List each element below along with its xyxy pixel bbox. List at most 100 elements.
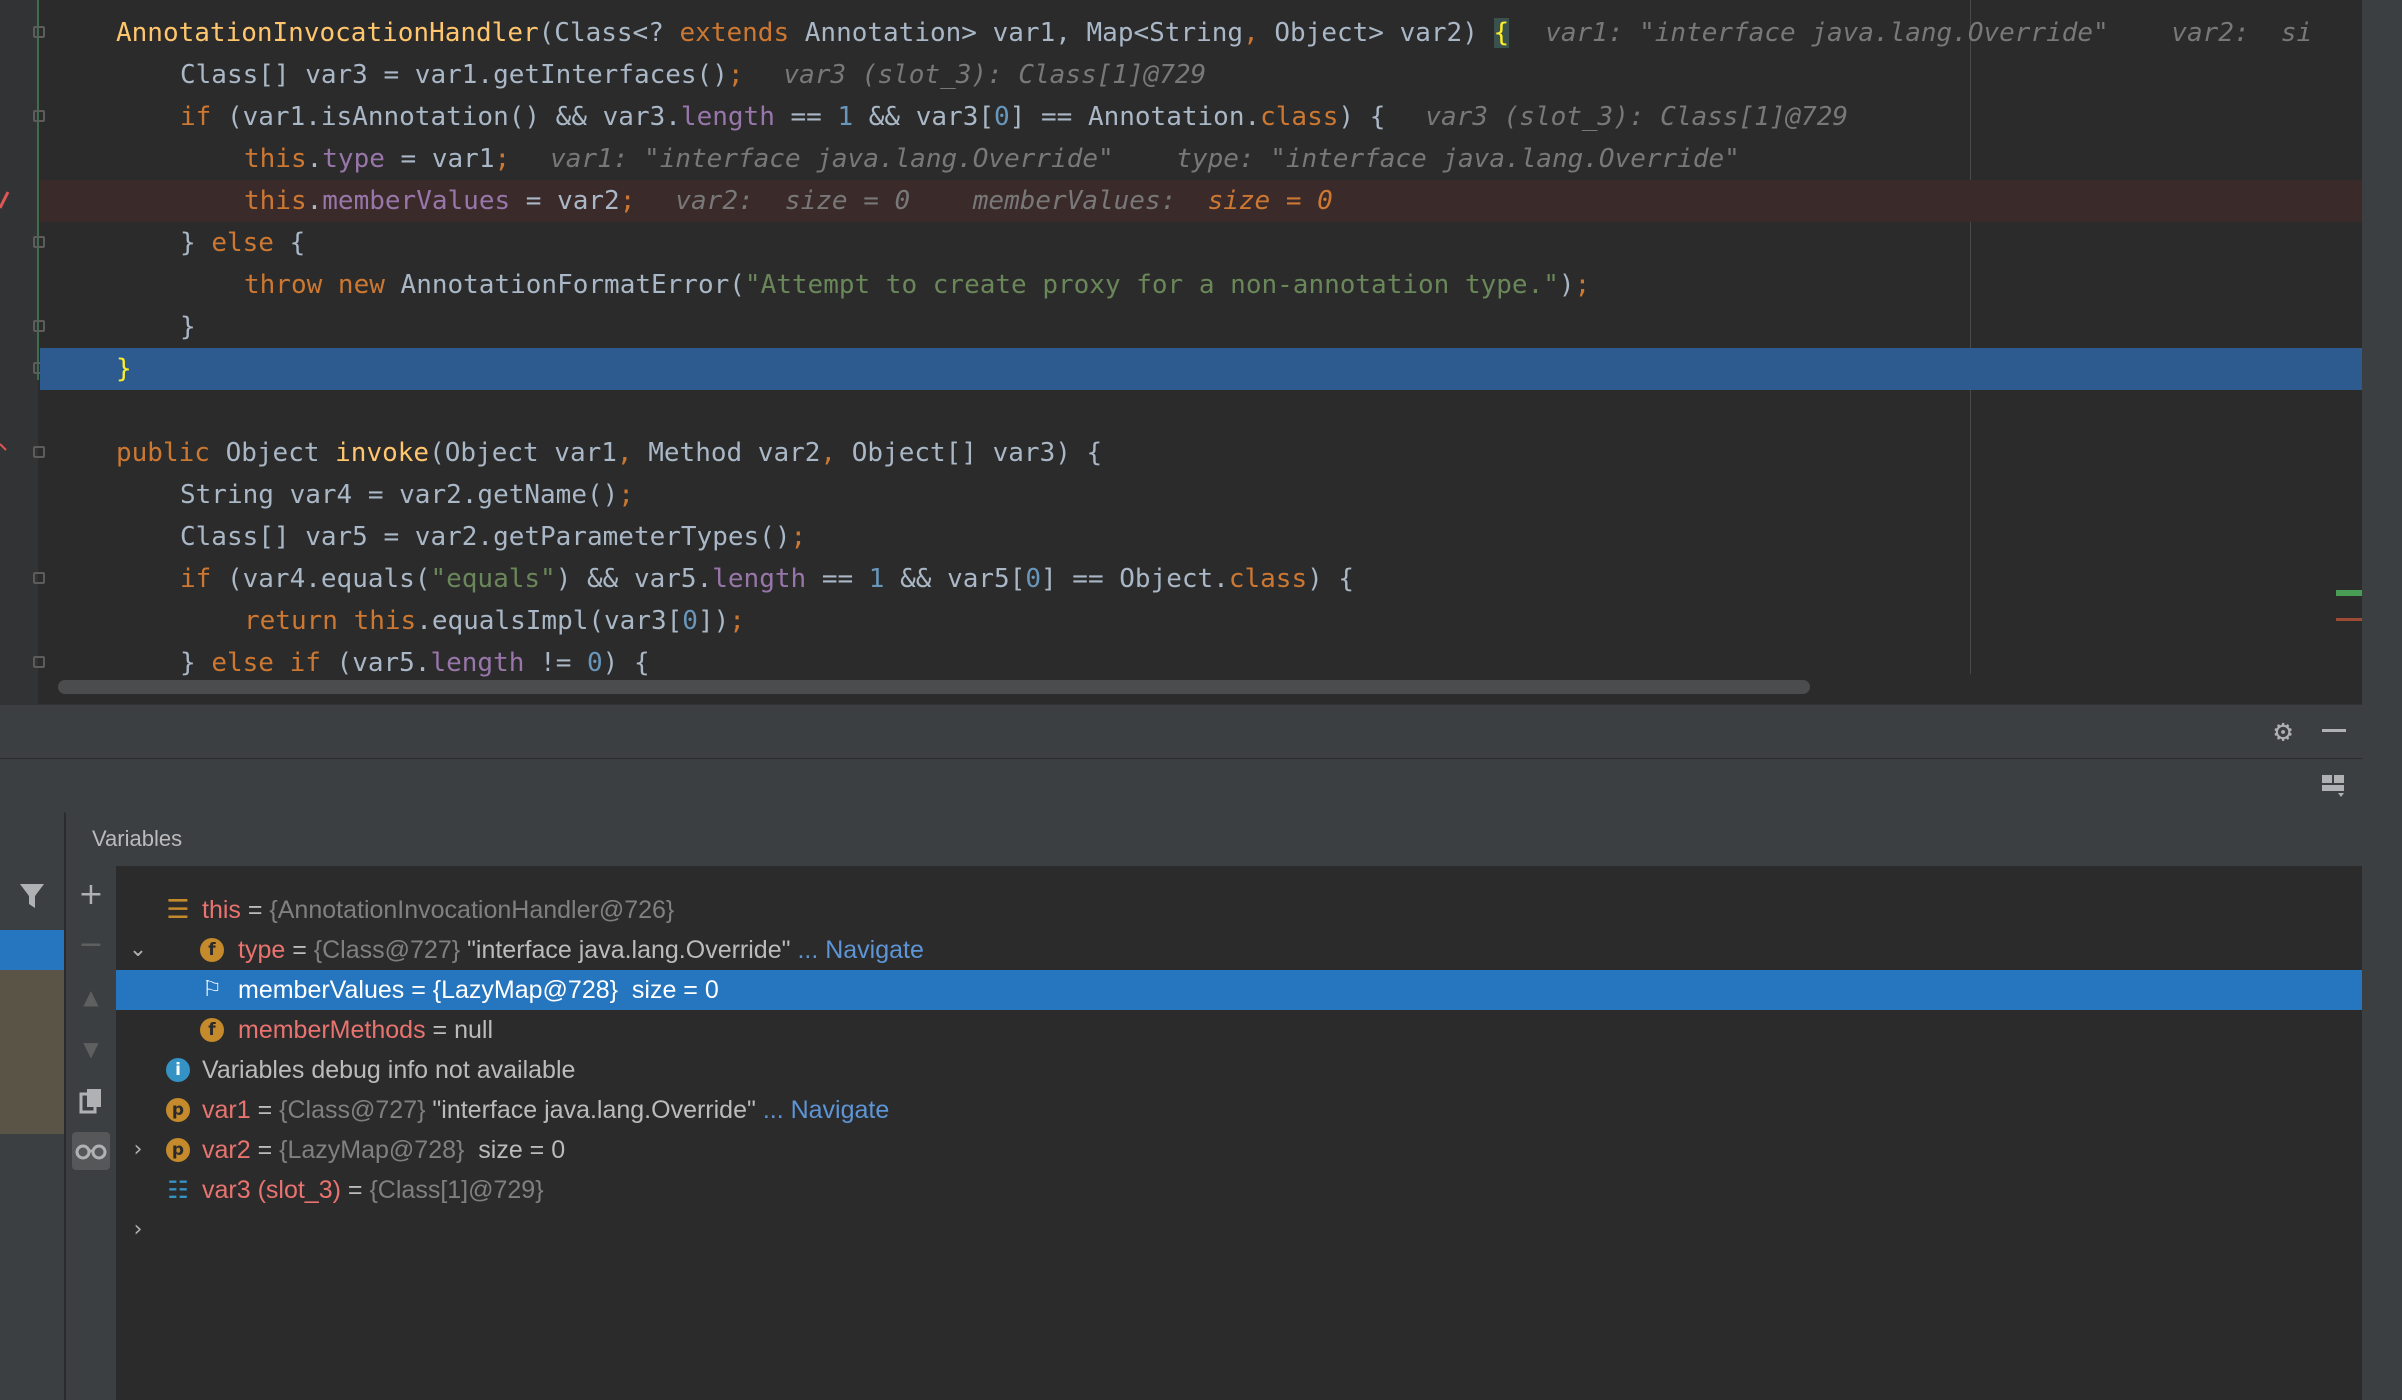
breakpoint-icon[interactable]: [0, 190, 10, 210]
inline-debug-hint: var2: size = 0 memberValues:: [675, 186, 1177, 216]
variable-row-this[interactable]: ⌄ ☰ this = {AnnotationInvocationHandler@…: [116, 890, 2362, 962]
variables-toolbar: + − ▲ ▼: [66, 866, 117, 1400]
variable-name: var2: [202, 1136, 251, 1164]
array-icon: ☷: [167, 1176, 189, 1204]
inline-debug-hint-changed: size = 0: [1207, 186, 1333, 216]
variable-value: "interface java.lang.Override": [460, 936, 791, 964]
selected-frame[interactable]: [0, 930, 64, 970]
breakpoint-line[interactable]: this.memberValues = var2; var2: size = 0 …: [40, 180, 2362, 222]
copy-icon[interactable]: [72, 1082, 110, 1120]
variable-name: var3 (slot_3): [202, 1176, 341, 1204]
field-icon: f: [200, 938, 224, 962]
code-text: this.type = var1; var1: "interface java.l…: [244, 144, 1740, 174]
minimize-icon[interactable]: [2322, 729, 2346, 732]
inline-debug-hint: var3 (slot_3): Class[1]@729: [783, 60, 1207, 90]
code-text: Class[] var5 = var2.getParameterTypes();: [180, 522, 807, 552]
info-icon: i: [166, 1058, 190, 1082]
code-text: String var4 = var2.getName();: [180, 480, 634, 510]
execution-line[interactable]: }: [40, 348, 2362, 390]
variable-ref: {LazyMap@728}: [279, 1136, 465, 1164]
variable-row-membermethods[interactable]: f memberMethods = null: [116, 1010, 2362, 1050]
param-icon: p: [166, 1098, 190, 1122]
navigate-link[interactable]: ... Navigate: [791, 936, 923, 964]
code-line[interactable]: return this.equalsImpl(var3[0]);: [0, 600, 2362, 642]
variable-value: {AnnotationInvocationHandler@726}: [269, 896, 675, 924]
equals-sign: =: [250, 1136, 280, 1164]
equals-sign: =: [285, 936, 314, 964]
code-line[interactable]: if (var1.isAnnotation() && var3.length =…: [0, 96, 2362, 138]
variable-row-var1[interactable]: › p var1 = {Class@727} "interface java.l…: [116, 1090, 2362, 1162]
equals-sign: =: [340, 1176, 370, 1204]
variable-row-membervalues[interactable]: ⚐ memberValues = {LazyMap@728} size = 0: [116, 970, 2362, 1010]
code-text: Class[] var3 = var1.getInterfaces(); var3…: [180, 60, 1207, 90]
equals-sign: =: [425, 1016, 455, 1044]
variable-ref: {Class@727}: [313, 936, 461, 964]
variable-name: memberMethods: [238, 1016, 426, 1044]
code-line[interactable]: this.type = var1; var1: "interface java.l…: [0, 138, 2362, 180]
variable-value: "interface java.lang.Override": [425, 1096, 756, 1124]
code-editor[interactable]: AnnotationInvocationHandler(Class<? exte…: [0, 0, 2402, 704]
code-line[interactable]: throw new AnnotationFormatError("Attempt…: [0, 264, 2362, 306]
code-text: this.memberValues = var2; var2: size = 0 …: [244, 186, 1333, 216]
code-text: }: [180, 312, 196, 342]
code-text: } else if (var5.length != 0) {: [180, 648, 650, 678]
code-text: if (var4.equals("equals") && var5.length…: [180, 564, 1355, 594]
code-line[interactable]: public Object invoke(Object var1, Method…: [0, 432, 2362, 474]
code-line[interactable]: if (var4.equals("equals") && var5.length…: [0, 558, 2362, 600]
filter-icon[interactable]: [18, 882, 46, 910]
info-row: i Variables debug info not available: [116, 1050, 2362, 1090]
gear-icon[interactable]: ⚙: [2268, 717, 2298, 747]
inline-debug-hint: var1: "interface java.lang.Override" var…: [1545, 18, 2313, 48]
variable-value: null: [454, 1016, 493, 1044]
variable-row-type[interactable]: › f type = {Class@727} "interface java.l…: [116, 930, 2362, 1002]
equals-sign: =: [240, 896, 270, 924]
debug-panel-header: ⚙: [0, 704, 2362, 759]
variable-name: this: [202, 896, 241, 924]
variable-name: memberValues = {LazyMap@728} size = 0: [238, 976, 719, 1004]
field-icon: f: [200, 1018, 224, 1042]
variable-name: type: [238, 936, 286, 964]
code-line[interactable]: }: [0, 306, 2362, 348]
code-line[interactable]: } else {: [0, 222, 2362, 264]
code-line[interactable]: } else if (var5.length != 0) {: [0, 642, 2362, 684]
horizontal-scrollbar[interactable]: [58, 680, 1810, 694]
error-stripe-marker[interactable]: [2336, 618, 2362, 621]
navigate-link[interactable]: ... Navigate: [756, 1096, 889, 1124]
variable-ref: {Class[1]@729}: [369, 1176, 544, 1204]
code-text: }: [116, 354, 132, 384]
variables-title: Variables: [92, 826, 183, 851]
plus-icon[interactable]: +: [72, 876, 110, 914]
code-text: throw new AnnotationFormatError("Attempt…: [244, 270, 1591, 300]
param-icon: p: [166, 1138, 190, 1162]
arrow-down-icon[interactable]: ▼: [72, 1030, 110, 1068]
code-line[interactable]: AnnotationInvocationHandler(Class<? exte…: [0, 12, 2362, 54]
code-line[interactable]: String var4 = var2.getName();: [0, 474, 2362, 516]
arrow-up-icon[interactable]: ▲: [72, 978, 110, 1016]
code-line[interactable]: Class[] var5 = var2.getParameterTypes();: [0, 516, 2362, 558]
change-stripe-marker[interactable]: [2336, 590, 2362, 596]
info-text: Variables debug info not available: [202, 1056, 576, 1084]
variable-name: var1: [202, 1096, 251, 1124]
minus-icon[interactable]: −: [72, 926, 110, 964]
variable-row-var2[interactable]: p var2 = {LazyMap@728} size = 0: [116, 1130, 2362, 1170]
this-icon: ☰: [166, 895, 190, 925]
equals-sign: =: [250, 1096, 280, 1124]
code-line[interactable]: Class[] var3 = var1.getInterfaces(); var3…: [0, 54, 2362, 96]
code-text: public Object invoke(Object var1, Method…: [116, 438, 1103, 468]
right-tool-strip: [2362, 0, 2402, 1400]
frame-item[interactable]: [0, 970, 64, 1134]
inline-debug-hint: var3 (slot_3): Class[1]@729: [1425, 102, 1849, 132]
debug-toolbar: [0, 758, 2362, 813]
inline-debug-hint: var1: "interface java.lang.Override" typ…: [550, 144, 1740, 174]
chevron-right-icon[interactable]: ›: [128, 1210, 148, 1250]
code-text: return this.equalsImpl(var3[0]);: [244, 606, 745, 636]
flag-icon: ⚐: [202, 977, 222, 1002]
code-text: AnnotationInvocationHandler(Class<? exte…: [116, 18, 2313, 48]
layout-icon[interactable]: [2322, 775, 2346, 797]
glasses-icon[interactable]: [72, 1132, 110, 1170]
code-text: } else {: [180, 228, 306, 258]
variables-header: Variables: [66, 812, 2362, 867]
variable-ref: {Class@727}: [279, 1096, 426, 1124]
variables-tree[interactable]: ⌄ ☰ this = {AnnotationInvocationHandler@…: [116, 866, 2362, 1400]
variable-row-var3[interactable]: › ☷ var3 (slot_3) = {Class[1]@729}: [116, 1170, 2362, 1242]
